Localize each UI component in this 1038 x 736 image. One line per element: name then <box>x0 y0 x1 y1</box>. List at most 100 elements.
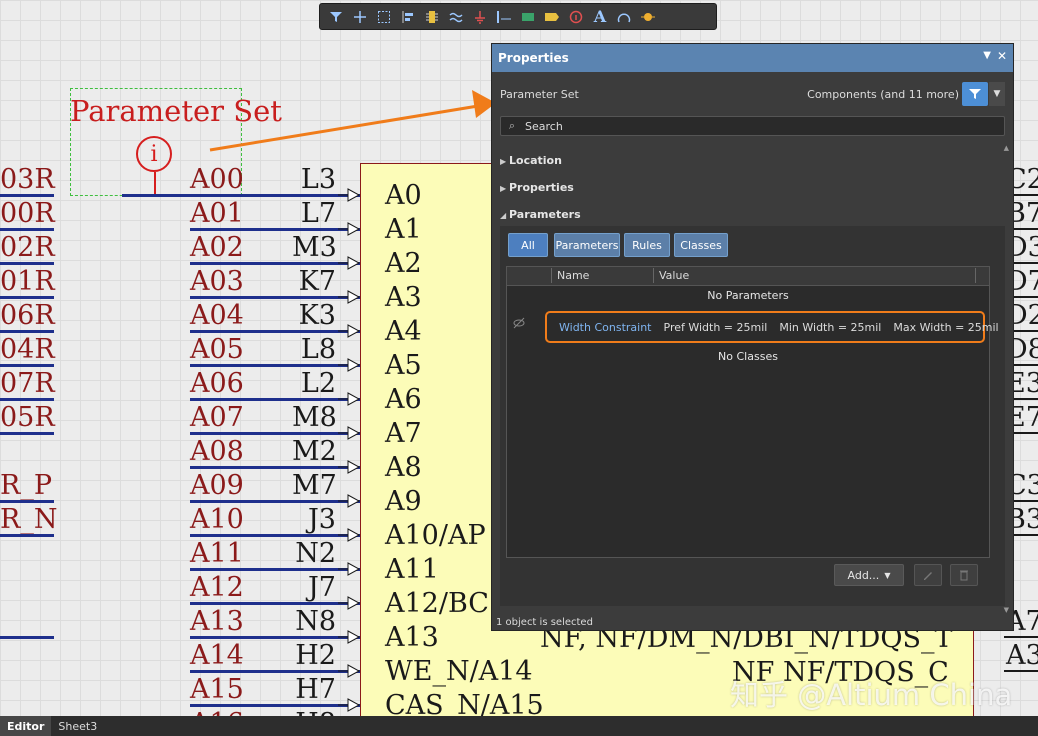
net-label[interactable]: A00 <box>190 164 244 195</box>
status-text: 1 object is selected <box>496 617 593 628</box>
tab-sheet3[interactable]: Sheet3 <box>51 716 104 736</box>
pin-name: A5 <box>385 350 422 381</box>
search-box[interactable]: ⌕ <box>500 116 1005 136</box>
scroll-up-icon[interactable]: ▲ <box>1004 144 1009 152</box>
parameter-set-stem <box>154 172 156 196</box>
delete-button[interactable] <box>950 564 978 586</box>
properties-panel: Properties ▼ ✕ Parameter Set Components … <box>491 43 1014 631</box>
parameter-set-icon[interactable]: i <box>136 136 172 172</box>
pin-number: H2 <box>295 640 336 671</box>
net-label-partial[interactable]: 01R <box>0 266 55 297</box>
chevron-down-icon[interactable]: ▼ <box>989 82 1005 106</box>
net-label[interactable]: A15 <box>190 674 244 705</box>
net-label-partial[interactable]: R_P <box>0 470 52 501</box>
rule-max-width: Max Width = 25mil <box>893 320 999 334</box>
edit-button[interactable] <box>914 564 942 586</box>
net-label-partial[interactable]: 03R <box>0 164 55 195</box>
net-label[interactable]: A01 <box>190 198 244 229</box>
highlight-icon[interactable] <box>638 7 658 27</box>
net-label-partial[interactable]: 00R <box>0 198 55 229</box>
align-icon[interactable] <box>398 7 418 27</box>
pin-arrow <box>338 494 360 508</box>
arc-icon[interactable] <box>614 7 634 27</box>
net-wire <box>122 194 190 197</box>
expand-icon: ▶ <box>500 184 507 193</box>
rule-row-width-constraint[interactable]: Width Constraint Pref Width = 25mil Min … <box>545 311 999 343</box>
add-icon[interactable] <box>350 7 370 27</box>
net-label[interactable]: A02 <box>190 232 244 263</box>
collapse-icon: ◢ <box>500 211 507 220</box>
net-label[interactable]: A03 <box>190 266 244 297</box>
pin-arrow <box>338 188 360 202</box>
pin-arrow <box>338 358 360 372</box>
filter-all-button[interactable]: All <box>508 233 548 257</box>
net-label[interactable]: A11 <box>190 538 244 569</box>
pin-arrow <box>338 596 360 610</box>
net-label[interactable]: A04 <box>190 300 244 331</box>
trash-icon <box>960 570 968 581</box>
net-label-icon[interactable] <box>494 7 514 27</box>
column-name[interactable]: Name <box>557 269 589 282</box>
net-label[interactable]: A16 <box>190 708 244 716</box>
pin-number: J3 <box>307 504 336 535</box>
visibility-hidden-icon[interactable] <box>513 317 527 331</box>
add-button[interactable]: Add... ▼ <box>834 564 904 586</box>
close-icon[interactable]: ✕ <box>997 49 1007 63</box>
net-label[interactable]: A09 <box>190 470 244 501</box>
no-parameters-message: No Parameters <box>707 289 789 302</box>
bus-icon[interactable] <box>446 7 466 27</box>
text-icon[interactable]: A <box>590 7 610 27</box>
select-rect-icon[interactable] <box>374 7 394 27</box>
component-icon[interactable] <box>422 7 442 27</box>
net-label[interactable]: A10 <box>190 504 244 535</box>
net-label[interactable]: A07 <box>190 402 244 433</box>
net-wire <box>0 262 54 265</box>
pin-name: A12/BC <box>385 588 489 619</box>
net-label-partial[interactable]: 04R <box>0 334 55 365</box>
net-label-partial[interactable]: 05R <box>0 402 55 433</box>
panel-menu-icon[interactable]: ▼ <box>983 50 991 61</box>
net-label-partial[interactable]: 06R <box>0 300 55 331</box>
pin-arrow <box>338 528 360 542</box>
pin-number: M3 <box>292 232 337 263</box>
pin-number: L8 <box>300 334 336 365</box>
net-label-partial[interactable]: 02R <box>0 232 55 263</box>
scroll-down-icon[interactable]: ▼ <box>1004 606 1009 614</box>
net-wire <box>0 500 54 503</box>
net-label[interactable]: A14 <box>190 640 244 671</box>
sheet-entry-icon[interactable] <box>542 7 562 27</box>
net-label-partial[interactable]: 07R <box>0 368 55 399</box>
search-input[interactable] <box>523 118 987 134</box>
section-properties[interactable]: ▶ Properties <box>500 181 574 194</box>
directive-icon[interactable] <box>566 7 586 27</box>
filter-parameters-button[interactable]: Parameters <box>554 233 620 257</box>
net-label[interactable]: A13 <box>190 606 244 637</box>
net-wire <box>1004 636 1038 638</box>
column-value[interactable]: Value <box>659 269 689 282</box>
pin-arrow <box>338 460 360 474</box>
section-location[interactable]: ▶ Location <box>500 154 562 167</box>
panel-title-bar[interactable]: Properties ▼ ✕ <box>492 44 1013 72</box>
filter-icon[interactable] <box>326 7 346 27</box>
selection-filter-button[interactable] <box>962 82 988 106</box>
section-parameters[interactable]: ◢ Parameters <box>500 208 581 221</box>
net-label[interactable]: A06 <box>190 368 244 399</box>
net-label[interactable]: A08 <box>190 436 244 467</box>
tab-editor[interactable]: Editor <box>0 716 52 736</box>
net-label[interactable]: A05 <box>190 334 244 365</box>
watermark: 知乎 @Altium China <box>730 678 1013 712</box>
net-label[interactable]: A12 <box>190 572 244 603</box>
pin-name: CAS_N/A15 <box>385 690 544 716</box>
net-wire <box>0 330 54 333</box>
object-type-label: Parameter Set <box>500 88 579 101</box>
pin-number: L7 <box>300 198 336 229</box>
filter-classes-button[interactable]: Classes <box>674 233 728 257</box>
power-port-icon[interactable] <box>470 7 490 27</box>
pin-arrow <box>338 324 360 338</box>
filter-rules-button[interactable]: Rules <box>624 233 670 257</box>
parameter-set-label[interactable]: Parameter Set <box>70 94 282 128</box>
net-label-partial[interactable]: R_N <box>0 504 57 535</box>
pin-name: A2 <box>385 248 422 279</box>
harness-icon[interactable] <box>518 7 538 27</box>
net-wire <box>0 364 54 367</box>
